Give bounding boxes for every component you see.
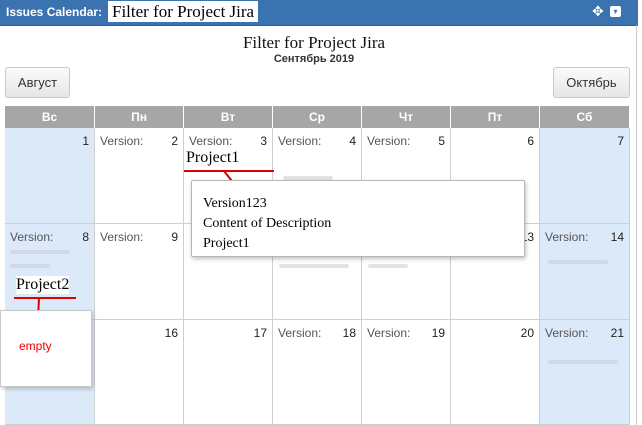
weekday-header-sun: Вс [5, 106, 95, 128]
weekday-header-tue: Вт [184, 106, 273, 128]
day-cell[interactable]: Version: 18 [273, 320, 362, 425]
day-cell[interactable]: 16 [95, 320, 184, 425]
empty-note: empty [19, 339, 52, 353]
event-project1[interactable]: Project1 [186, 149, 240, 167]
day-number: 18 [342, 326, 356, 340]
day-number: 20 [520, 326, 534, 340]
event-project2[interactable]: Project2 [16, 276, 70, 294]
blurred-issue [279, 264, 349, 268]
tooltip-project: Project1 [203, 236, 250, 251]
issue-tooltip: Version123 Content of Description Projec… [191, 180, 525, 257]
blurred-issue [368, 264, 408, 268]
day-cell[interactable]: Version: 19 [362, 320, 451, 425]
day-number: 8 [82, 230, 89, 244]
calendar-month: Сентябрь 2019 [273, 53, 355, 65]
weekday-header-sat: Сб [540, 106, 630, 128]
day-number: 21 [610, 326, 624, 340]
tooltip-version: Version123 [203, 196, 267, 211]
portlet-titlebar: Issues Calendar: Filter for Project Jira… [0, 0, 638, 26]
day-cell[interactable]: Version: 14 [540, 224, 630, 320]
prev-month-button[interactable]: Август [5, 67, 70, 98]
blurred-issue [10, 250, 70, 254]
version-label: Version: [10, 230, 54, 244]
day-cell[interactable]: Version: 9 [95, 224, 184, 320]
weekday-header-thu: Чт [362, 106, 451, 128]
weekday-header-fri: Пт [451, 106, 540, 128]
day-cell[interactable]: 7 [540, 128, 630, 224]
blurred-issue [548, 260, 608, 264]
version-label: Version: [545, 326, 589, 340]
version-label: Version: [189, 134, 233, 148]
weekday-header-wed: Ср [273, 106, 362, 128]
version-label: Version: [100, 134, 144, 148]
day-number: 16 [164, 326, 178, 340]
calendar-title: Filter for Project Jira [242, 33, 386, 52]
day-cell[interactable]: 20 [451, 320, 540, 425]
day-number: 4 [349, 134, 356, 148]
day-cell[interactable]: Version: 8 [5, 224, 95, 320]
day-cell[interactable]: 17 [184, 320, 273, 425]
day-cell[interactable]: 1 [5, 128, 95, 224]
day-number: 5 [438, 134, 445, 148]
day-number: 6 [527, 134, 534, 148]
day-number: 9 [171, 230, 178, 244]
day-number: 1 [82, 134, 89, 148]
move-icon[interactable]: ✥ [592, 4, 604, 18]
day-number: 2 [171, 134, 178, 148]
day-number: 17 [253, 326, 267, 340]
empty-popup: empty [0, 310, 92, 387]
day-number: 14 [610, 230, 624, 244]
menu-dropdown-icon[interactable]: ▾ [610, 6, 621, 17]
scroll-edge [636, 25, 637, 425]
next-month-button[interactable]: Октябрь [553, 67, 630, 98]
day-cell[interactable]: Version: 21 [540, 320, 630, 425]
weekday-header-mon: Пн [95, 106, 184, 128]
version-label: Version: [367, 134, 411, 148]
blurred-issue [10, 264, 50, 268]
blurred-issue [548, 360, 618, 364]
day-number: 3 [260, 134, 267, 148]
version-label: Version: [100, 230, 144, 244]
version-label: Version: [545, 230, 589, 244]
day-number: 19 [431, 326, 445, 340]
filter-name: Filter for Project Jira [108, 1, 259, 22]
day-number: 7 [617, 134, 624, 148]
day-cell[interactable]: Version: 2 [95, 128, 184, 224]
version-label: Version: [278, 326, 322, 340]
tooltip-description: Content of Description [203, 216, 332, 231]
version-label: Version: [367, 326, 411, 340]
portlet-label: Issues Calendar: [6, 5, 103, 19]
version-label: Version: [278, 134, 322, 148]
